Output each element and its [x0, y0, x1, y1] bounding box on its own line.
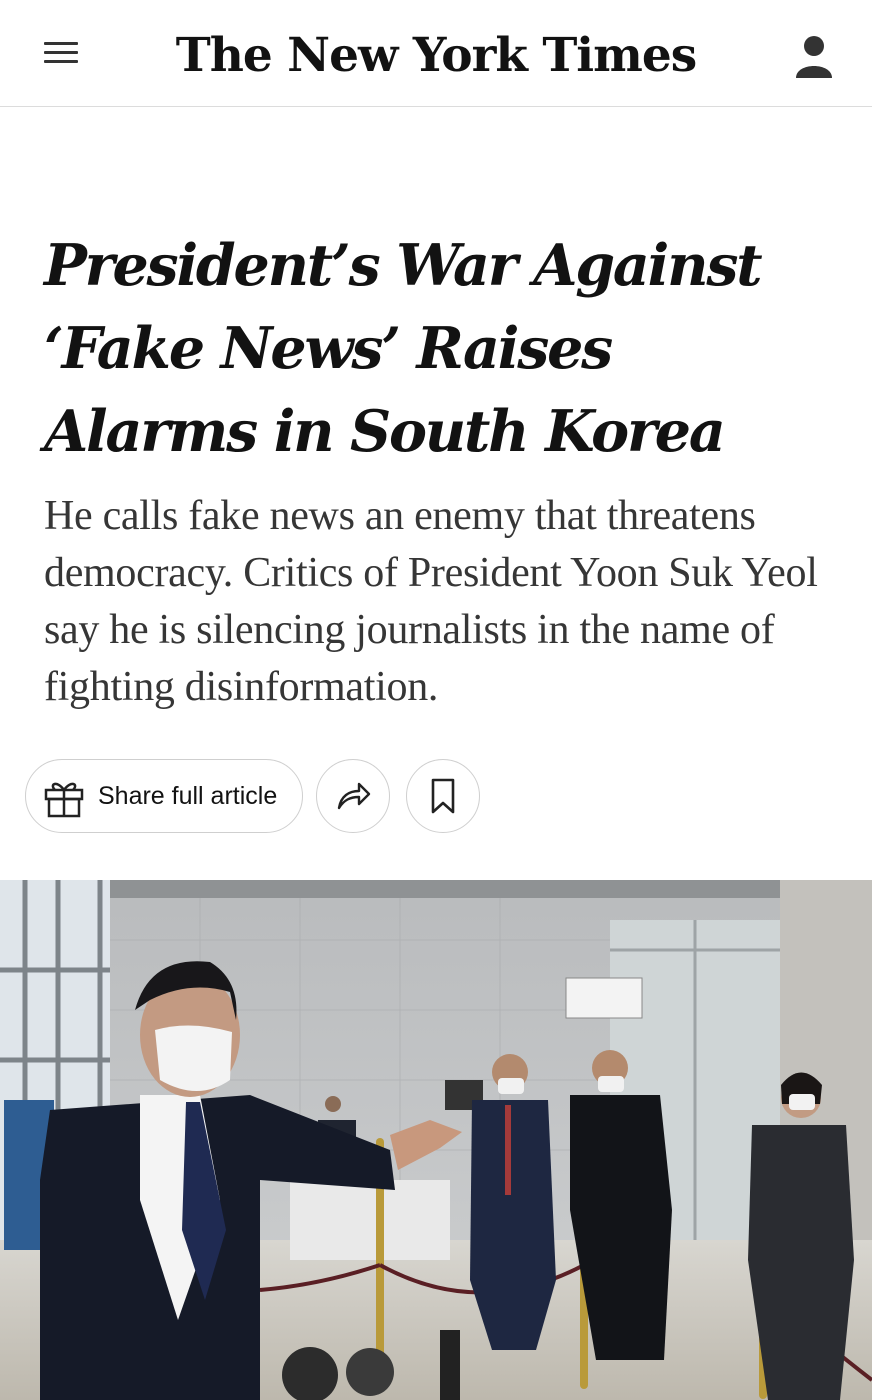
share-arrow-button[interactable]	[316, 759, 390, 833]
masthead: The New York Times	[0, 0, 872, 107]
nyt-logo[interactable]: The New York Times	[0, 26, 872, 86]
gift-icon	[44, 782, 84, 818]
bookmark-icon	[431, 778, 455, 814]
account-icon[interactable]	[794, 34, 834, 80]
article-lead-photo	[0, 880, 872, 1400]
share-arrow-icon	[337, 782, 371, 810]
bookmark-button[interactable]	[406, 759, 480, 833]
article-summary: He calls fake news an enemy that threate…	[44, 493, 818, 710]
share-button-label: Share full article	[98, 782, 278, 810]
article-headline: President’s War Against ‘Fake News’ Rais…	[44, 232, 763, 465]
share-full-article-button[interactable]: Share full article	[25, 759, 303, 833]
